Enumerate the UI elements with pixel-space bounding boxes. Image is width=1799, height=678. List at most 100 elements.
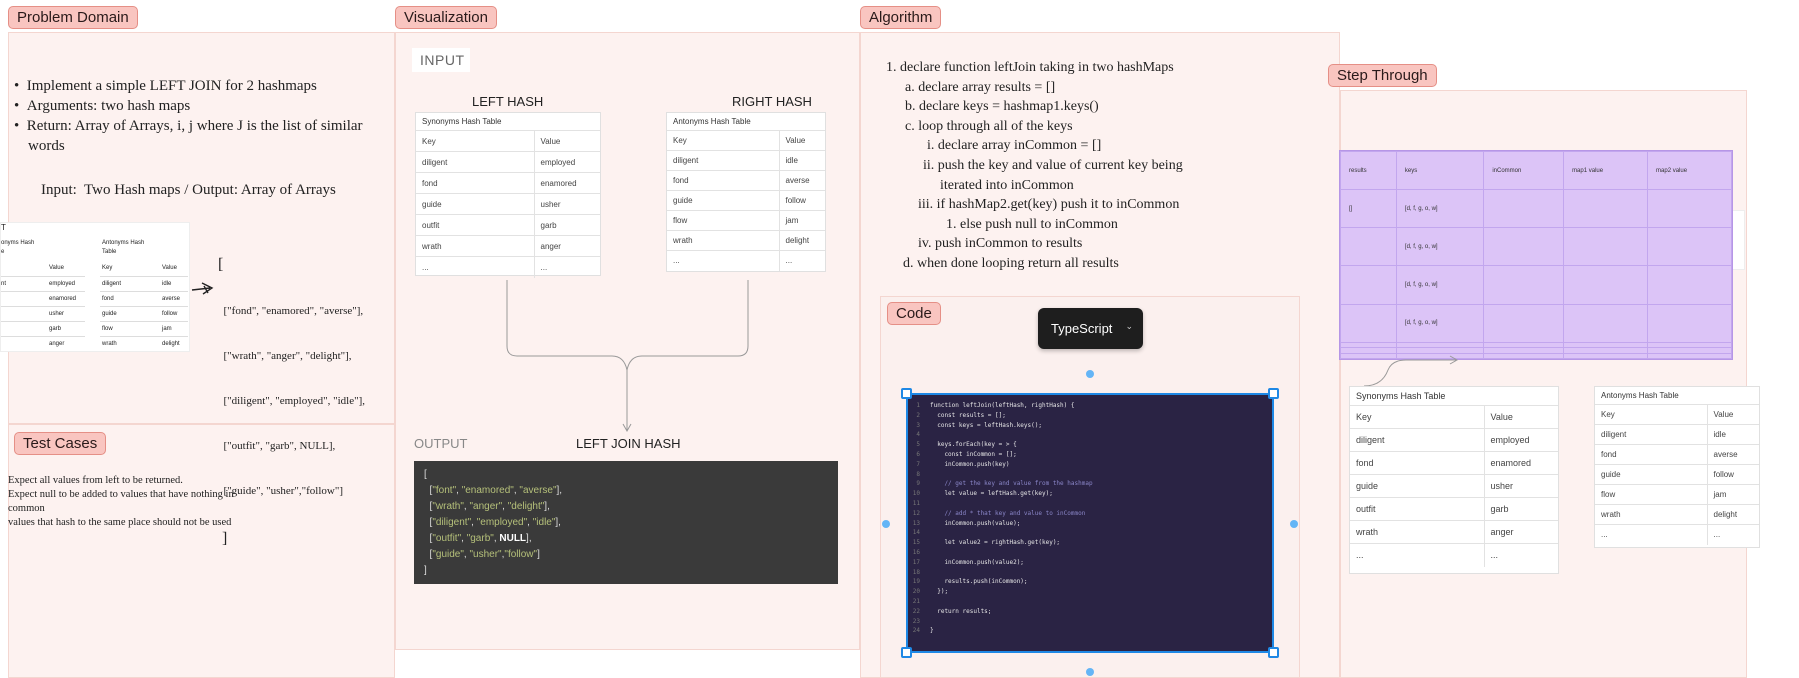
line-number: 9 [916, 480, 920, 488]
test-case-line: Expect all values from left to be return… [8, 475, 183, 486]
problem-bullet-list: • Implement a simple LEFT JOIN for 2 has… [14, 76, 384, 156]
grid-cell: [d, f, g, o, w] [1395, 265, 1485, 305]
resize-handle-tl[interactable] [901, 388, 912, 399]
resize-handle-bl[interactable] [901, 647, 912, 658]
grid-cell [1563, 227, 1649, 267]
chevron-down-icon: ⌄ [1125, 321, 1133, 331]
code-text: } [930, 627, 934, 635]
code-line: 17 inCommon.push(value2); [908, 558, 1272, 568]
viz-output-row: ["font", "enamored", "averse"], [424, 485, 563, 496]
code-line: 3 const keys = leftHash.keys(); [908, 421, 1272, 431]
left-hash-label: LEFT HASH [472, 94, 544, 109]
line-number: 7 [916, 460, 920, 468]
grid-cell [1483, 352, 1565, 359]
code-text: let value = leftHash.get(key); [930, 490, 1053, 498]
grid-row: [d, f, g, o, w] [1340, 227, 1732, 267]
grid-cell [1483, 227, 1565, 267]
code-line: 13 inCommon.push(value); [908, 519, 1272, 529]
problem-bullet: words [28, 138, 65, 154]
mini-right-table: Key Value diligent idle fond averse guide fo… [100, 261, 188, 351]
line-number: 12 [912, 509, 920, 517]
language-dropdown[interactable]: TypeScript ⌄ [1038, 308, 1143, 349]
grid-cell [1647, 227, 1732, 267]
code-line: 1 function leftJoin(leftHash, rightHash) … [908, 401, 1272, 411]
code-label[interactable]: Code [887, 302, 941, 325]
line-number: 20 [912, 588, 920, 596]
viz-synonyms-table: Synonyms Hash Table Key Value diligent emp… [415, 112, 601, 278]
mini-cut-label: T [1, 223, 6, 232]
code-line: 14 [908, 528, 1272, 538]
resize-dot-bottom[interactable] [1086, 668, 1094, 676]
problem-domain-label[interactable]: Problem Domain [8, 6, 138, 29]
table-header-key: Key [667, 130, 780, 151]
test-case-line: Expect null to be added to values that h… [8, 489, 234, 500]
code-line: 20 }); [908, 587, 1272, 597]
line-number: 14 [912, 529, 920, 537]
code-text: let value2 = rightHash.get(key); [930, 539, 1061, 547]
code-line: 9 // get the key and value from the hash… [908, 479, 1272, 489]
resize-dot-left[interactable] [882, 520, 890, 528]
grid-cell [1340, 303, 1397, 343]
viz-antonyms-table: Antonyms Hash Table Key Value diligent idl… [666, 112, 826, 272]
algorithm-step: i. declare array inCommon = [] [927, 138, 1102, 154]
input-label: INPUT [420, 52, 465, 68]
resize-handle-tr[interactable] [1268, 388, 1279, 399]
code-line: 16 [908, 548, 1272, 558]
code-text: const results = []; [930, 411, 1006, 419]
code-line: 7 inCommon.push(key) [908, 460, 1272, 470]
line-number: 22 [912, 607, 920, 615]
algorithm-label[interactable]: Algorithm [860, 6, 942, 29]
code-text: // get the key and value from the hashma… [930, 480, 1093, 488]
line-number: 3 [916, 421, 920, 429]
grid-row: [d, f, g, o, w] [1340, 265, 1732, 305]
grid-cell [1340, 227, 1397, 267]
algorithm-step: iii. if hashMap2.get(key) push it to inC… [918, 197, 1180, 213]
table-header-key: Key [416, 130, 535, 152]
grid-cell [1647, 352, 1732, 359]
resize-dot-top[interactable] [1086, 370, 1094, 378]
code-line: 24} [908, 626, 1272, 636]
line-number: 21 [912, 597, 920, 605]
step-through-label[interactable]: Step Through [1328, 64, 1437, 87]
code-line: 23 [908, 617, 1272, 627]
line-number: 2 [916, 411, 920, 419]
code-line: 2 const results = []; [908, 411, 1272, 421]
code-line: 19 results.push(inCommon); [908, 577, 1272, 587]
algorithm-step: ii. push the key and value of current ke… [923, 157, 1183, 173]
grid-cell [1563, 189, 1649, 229]
code-text: const inCommon = []; [930, 450, 1017, 458]
viz-output-row: ["wrath", "anger", "delight"], [424, 501, 550, 512]
visualization-label[interactable]: Visualization [395, 6, 497, 29]
output-line: ["outfit", "garb", NULL], [218, 440, 336, 452]
right-hash-label: RIGHT HASH [732, 94, 812, 109]
code-line: 5 keys.forEach(key = > { [908, 440, 1272, 450]
code-block[interactable]: 1 function leftJoin(leftHash, rightHash) … [906, 393, 1274, 653]
step-grid-table: results keys inCommon map1 value map2 value[… [1340, 150, 1732, 359]
table-title: Antonyms Hash Table [673, 117, 751, 126]
grid-header-cell: keys [1395, 150, 1485, 191]
resize-dot-right[interactable] [1290, 520, 1298, 528]
grid-cell: [d, f, g, o, w] [1395, 189, 1485, 229]
grid-cell: [d, f, g, o, w] [1395, 227, 1485, 267]
line-number: 6 [916, 450, 920, 458]
algorithm-step: c. loop through all of the keys [905, 118, 1073, 134]
test-case-line: common [8, 503, 45, 514]
grid-cell [1483, 189, 1565, 229]
resize-handle-br[interactable] [1268, 647, 1279, 658]
mini-tables-card: T onyms Hash e Antonyms Hash Table Value… [0, 222, 190, 352]
code-lines: 1 function leftJoin(leftHash, rightHash) … [908, 401, 1272, 636]
line-number: 1 [916, 402, 920, 409]
test-cases-label[interactable]: Test Cases [14, 432, 107, 455]
line-number: 17 [912, 558, 920, 566]
line-number: 4 [916, 431, 920, 439]
code-text: inCommon.push(value); [930, 519, 1021, 527]
grid-cell [1563, 352, 1649, 359]
algorithm-step: a. declare array results = [] [905, 79, 1056, 95]
table-header-value: Value [534, 130, 600, 152]
algorithm-step: b. declare keys = hashmap1.keys() [905, 99, 1099, 115]
algorithm-step: iv. push inCommon to results [918, 236, 1083, 252]
output-line: ["fond", "enamored", "averse"], [218, 305, 364, 317]
line-number: 18 [912, 568, 920, 576]
code-line: 12 // add * that key and value to inComm… [908, 509, 1272, 519]
language-label: TypeScript [1051, 321, 1113, 336]
